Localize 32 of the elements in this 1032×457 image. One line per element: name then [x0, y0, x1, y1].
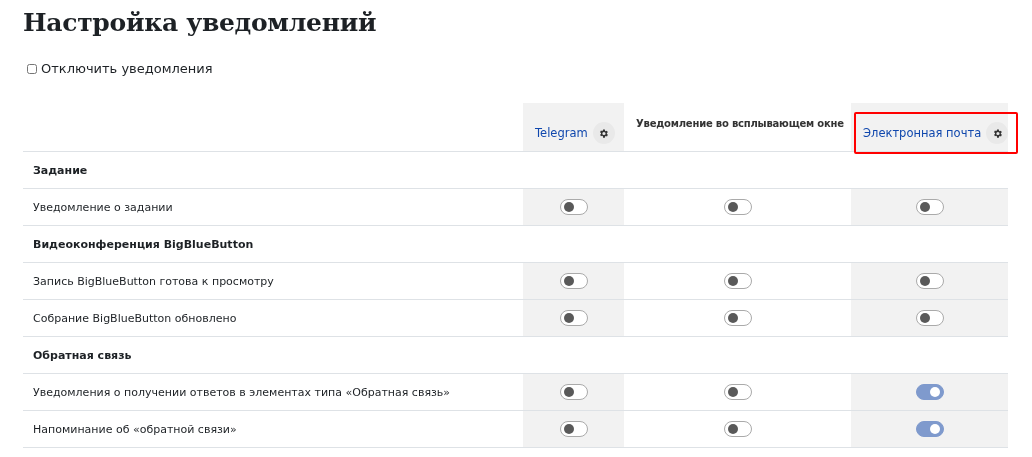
toggle-switch[interactable] [559, 384, 588, 400]
checkbox[interactable] [27, 63, 37, 74]
toggle-switch[interactable] [723, 310, 752, 326]
toggle-switch[interactable] [723, 199, 752, 215]
toggle-switch[interactable] [723, 273, 752, 289]
checkbox-label[interactable]: Отключить уведомления [41, 61, 213, 76]
settings-button[interactable] [986, 122, 1009, 144]
setting-label: Запись BigBlueButton готова к просмотру [32, 274, 274, 288]
setting-label: Собрание BigBlueButton обновлено [32, 311, 237, 325]
settings-button[interactable] [592, 122, 615, 144]
settings-icon [991, 127, 1003, 139]
toggle-switch[interactable] [723, 421, 752, 437]
section-heading: Видеоконференция BigBlueButton [32, 237, 254, 251]
section-heading: Задание [32, 163, 88, 177]
toggle-switch[interactable] [915, 384, 944, 400]
toggle-switch[interactable] [915, 273, 944, 289]
setting-label: Напоминание об «обратной связи» [32, 422, 237, 436]
toggle-switch[interactable] [559, 273, 588, 289]
toggle-switch[interactable] [915, 310, 944, 326]
toggle-switch[interactable] [559, 421, 588, 437]
column-header-link[interactable]: Telegram [535, 126, 588, 140]
settings-icon [598, 127, 610, 139]
toggle-switch[interactable] [915, 421, 944, 437]
section-heading: Обратная связь [32, 348, 132, 362]
column-header: Уведомление во всплывающем окне [635, 118, 844, 129]
toggle-switch[interactable] [915, 199, 944, 215]
page-title: Настройка уведомлений [23, 8, 378, 37]
toggle-switch[interactable] [559, 199, 588, 215]
toggle-switch[interactable] [559, 310, 588, 326]
setting-label: Уведомления о получении ответов в элементах типа «Обратная связь» [32, 385, 451, 399]
setting-label: Уведомление о задании [32, 200, 173, 214]
toggle-switch[interactable] [723, 384, 752, 400]
